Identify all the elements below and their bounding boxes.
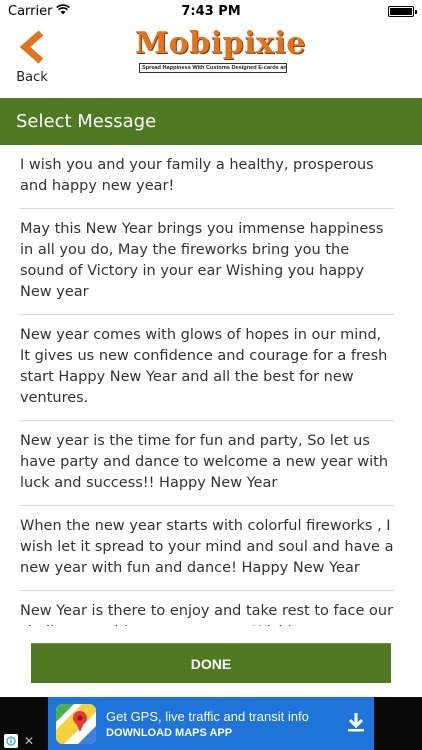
- done-button[interactable]: DONE: [31, 643, 391, 683]
- screen: Carrier 7:43 PM Back Mobipixie Spread Ha…: [0, 0, 422, 750]
- ad-close-icon[interactable]: ✕: [22, 734, 36, 748]
- logo-tagline: Spread Happiness With Customs Designed E…: [139, 63, 287, 73]
- header: Back Mobipixie Spread Happiness With Cus…: [0, 22, 422, 98]
- title-bar: Select Message: [0, 98, 422, 145]
- carrier-label: Carrier: [8, 3, 53, 19]
- download-button[interactable]: [338, 697, 374, 750]
- wifi-icon: [56, 3, 71, 19]
- download-icon: [347, 712, 365, 736]
- maps-app-icon: [56, 703, 96, 744]
- message-item[interactable]: When the new year starts with colorful f…: [20, 506, 394, 591]
- message-item[interactable]: New year is the time for fun and party, …: [20, 421, 394, 506]
- page-title: Select Message: [16, 111, 157, 132]
- logo: Mobipixie Spread Happiness With Customs …: [135, 26, 306, 86]
- message-item[interactable]: I wish you and your family a healthy, pr…: [20, 145, 394, 209]
- message-item[interactable]: New year comes with glows of hopes in ou…: [20, 315, 394, 421]
- ad-content[interactable]: Get GPS, live traffic and transit info D…: [48, 697, 374, 750]
- message-item[interactable]: New Year is there to enjoy and take rest…: [20, 591, 394, 626]
- ad-cta: DOWNLOAD MAPS APP: [106, 726, 233, 739]
- ad-text: Get GPS, live traffic and transit info D…: [106, 709, 338, 739]
- status-left: Carrier: [8, 3, 71, 19]
- logo-title: Mobipixie: [135, 26, 306, 61]
- message-list[interactable]: I wish you and your family a healthy, pr…: [0, 145, 422, 626]
- chevron-left-icon: [17, 30, 47, 68]
- status-bar: Carrier 7:43 PM: [0, 0, 422, 22]
- ad-banner[interactable]: Get GPS, live traffic and transit info D…: [0, 697, 422, 750]
- ad-choices-icon[interactable]: [4, 734, 18, 748]
- message-item[interactable]: May this New Year brings you immense hap…: [20, 209, 394, 315]
- back-label: Back: [16, 70, 48, 85]
- back-button[interactable]: Back: [12, 30, 52, 92]
- ad-headline: Get GPS, live traffic and transit info: [106, 708, 309, 724]
- battery-icon: [388, 5, 417, 17]
